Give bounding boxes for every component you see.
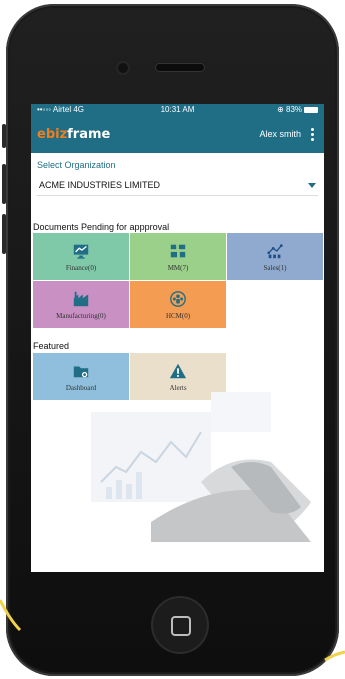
- volume-down-button: [2, 214, 6, 254]
- tile-hcm-label: HCM(0): [165, 311, 191, 320]
- factory-icon: [73, 291, 89, 306]
- logo-prefix: ebiz: [37, 126, 68, 142]
- tile-mm[interactable]: MM(7): [130, 233, 226, 280]
- organization-dropdown[interactable]: ACME INDUSTRIES LIMITED: [37, 175, 318, 196]
- battery-icon: [304, 106, 319, 113]
- mute-switch: [2, 124, 6, 148]
- status-time: 10:31 AM: [160, 105, 195, 114]
- tile-finance-label: Finance(0): [65, 263, 97, 272]
- logo-suffix: frame: [67, 126, 111, 142]
- earpiece-speaker: [156, 64, 204, 71]
- user-name[interactable]: Alex smith: [259, 129, 301, 139]
- decorative-yellow-swoosh: [0, 599, 345, 662]
- more-menu-icon[interactable]: [307, 126, 318, 143]
- featured-tiles: Dashboard Alerts: [31, 353, 324, 400]
- app-header: ebizframe Alex smith: [31, 115, 324, 153]
- tile-hcm[interactable]: HCM(0): [130, 281, 226, 328]
- background-tablet-illustration: [91, 392, 311, 542]
- tile-dashboard-label: Dashboard: [65, 383, 97, 392]
- tile-manufacturing[interactable]: Manufacturing(0): [33, 281, 129, 328]
- folder-icon: [73, 366, 89, 377]
- battery-label: ⊕ 83%: [277, 105, 303, 114]
- tile-dashboard[interactable]: Dashboard: [33, 353, 129, 400]
- tile-alerts-label: Alerts: [169, 383, 187, 392]
- front-camera: [118, 63, 128, 73]
- carrier-signal: ••◦◦◦ Airtel 4G: [37, 105, 85, 114]
- inventory-icon: [170, 244, 186, 257]
- pending-tiles: Finance(0) MM(7) Sales(1) Manufacturing(…: [31, 233, 324, 328]
- sales-graph-icon: [267, 243, 283, 258]
- featured-title: Featured: [33, 341, 70, 351]
- ebizframe-logo: ebizframe: [37, 127, 110, 142]
- tile-sales[interactable]: Sales(1): [227, 233, 323, 280]
- pending-approval-title: Documents Pending for appproval: [33, 222, 170, 232]
- tile-finance[interactable]: Finance(0): [33, 233, 129, 280]
- dropdown-arrow-icon[interactable]: [308, 182, 316, 188]
- battery-status: ⊕ 83%: [228, 105, 319, 114]
- people-icon: [170, 290, 186, 307]
- organization-value: ACME INDUSTRIES LIMITED: [39, 180, 161, 190]
- tile-alerts[interactable]: Alerts: [130, 353, 226, 400]
- select-organization-label: Select Organization: [37, 160, 116, 170]
- tile-sales-label: Sales(1): [263, 263, 287, 272]
- volume-up-button: [2, 164, 6, 204]
- alert-triangle-icon: [169, 363, 187, 378]
- tile-manufacturing-label: Manufacturing(0): [56, 311, 106, 320]
- app-screen: ••◦◦◦ Airtel 4G 10:31 AM ⊕ 83% ebizframe…: [31, 104, 324, 572]
- tile-mm-label: MM(7): [167, 263, 189, 272]
- monitor-chart-icon: [73, 244, 89, 259]
- status-bar: ••◦◦◦ Airtel 4G 10:31 AM ⊕ 83%: [31, 104, 324, 115]
